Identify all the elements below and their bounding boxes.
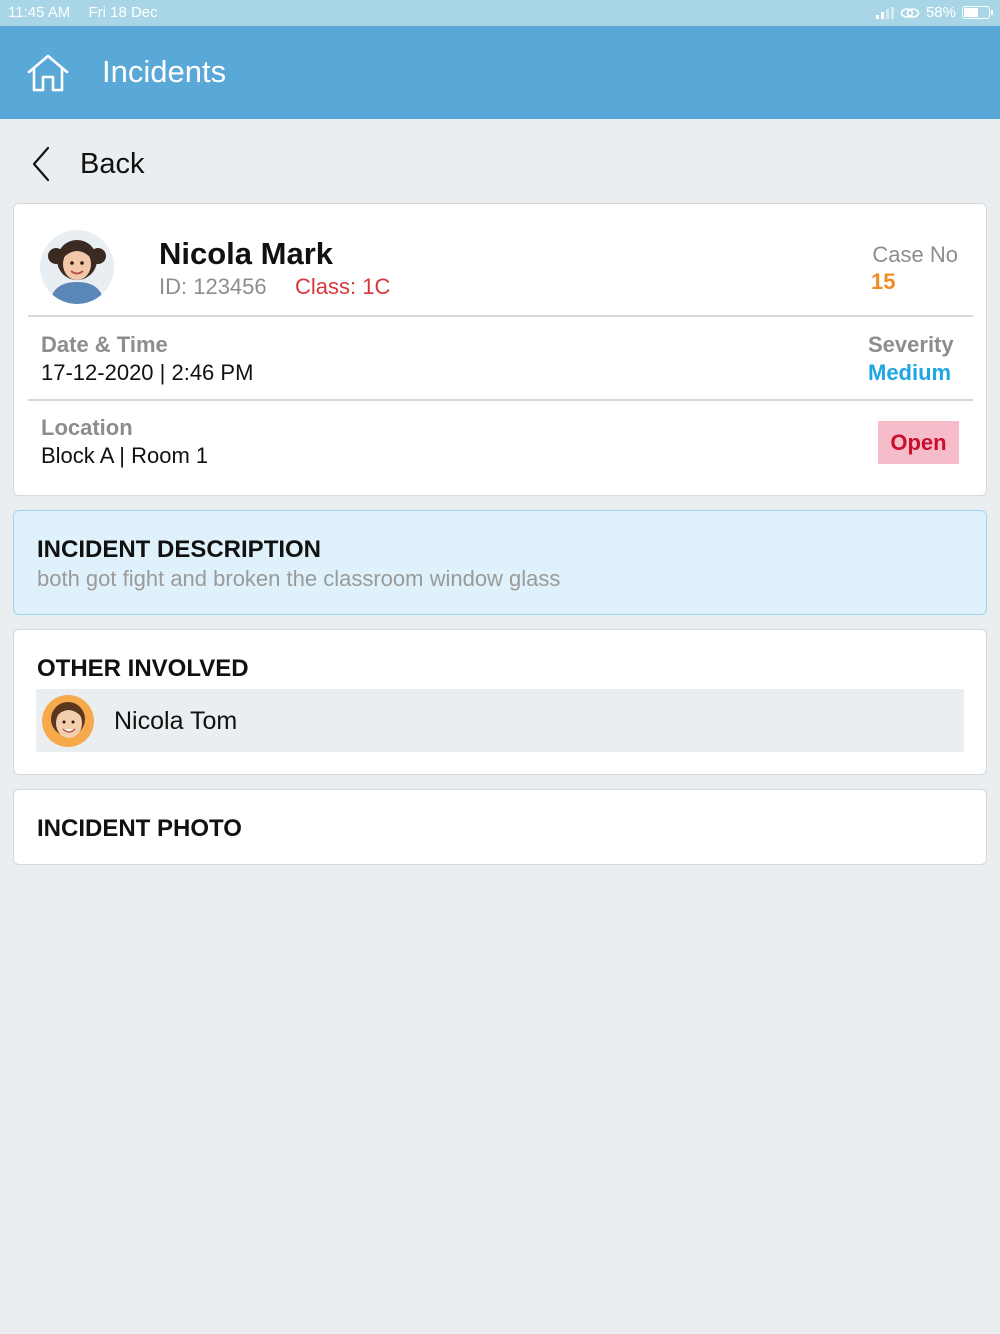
- severity-value: Medium: [868, 360, 952, 385]
- student-avatar: [40, 230, 114, 304]
- status-badge: Open: [878, 421, 959, 464]
- status-bar: 11:45 AM Fri 18 Dec 58%: [0, 0, 1000, 26]
- case-number-value: 15: [871, 269, 896, 294]
- description-text: both got fight and broken the classroom …: [37, 566, 561, 591]
- datetime-label: Date & Time: [41, 332, 168, 357]
- involved-person-name: Nicola Tom: [114, 707, 238, 735]
- back-button[interactable]: Back: [30, 142, 144, 186]
- back-label: Back: [80, 147, 145, 180]
- incident-photo-title: INCIDENT PHOTO: [37, 815, 242, 842]
- battery-fill: [964, 8, 978, 17]
- student-class: Class: 1C: [295, 274, 391, 299]
- student-id: ID: 123456: [159, 274, 267, 299]
- battery-icon: [962, 6, 993, 19]
- datetime-value: 17-12-2020 | 2:46 PM: [41, 360, 254, 385]
- involved-person-avatar: [42, 695, 94, 747]
- status-time: 11:45 AM: [8, 4, 71, 21]
- page-title: Incidents: [102, 54, 227, 89]
- divider: [28, 399, 973, 401]
- severity-label: Severity: [868, 332, 954, 357]
- app-header: Incidents: [0, 26, 1000, 119]
- location-value: Block A | Room 1: [41, 443, 209, 468]
- student-name: Nicola Mark: [159, 236, 334, 271]
- other-involved-title: OTHER INVOLVED: [37, 655, 249, 682]
- home-icon[interactable]: [26, 53, 70, 93]
- link-icon: [900, 7, 920, 18]
- signal-icon: [875, 6, 894, 19]
- battery-percent: 58%: [925, 4, 956, 21]
- divider: [28, 315, 973, 317]
- case-number-label: Case No: [872, 242, 958, 267]
- status-date: Fri 18 Dec: [88, 4, 158, 21]
- location-label: Location: [41, 415, 133, 440]
- chevron-left-icon: [32, 146, 50, 182]
- description-title: INCIDENT DESCRIPTION: [37, 536, 322, 563]
